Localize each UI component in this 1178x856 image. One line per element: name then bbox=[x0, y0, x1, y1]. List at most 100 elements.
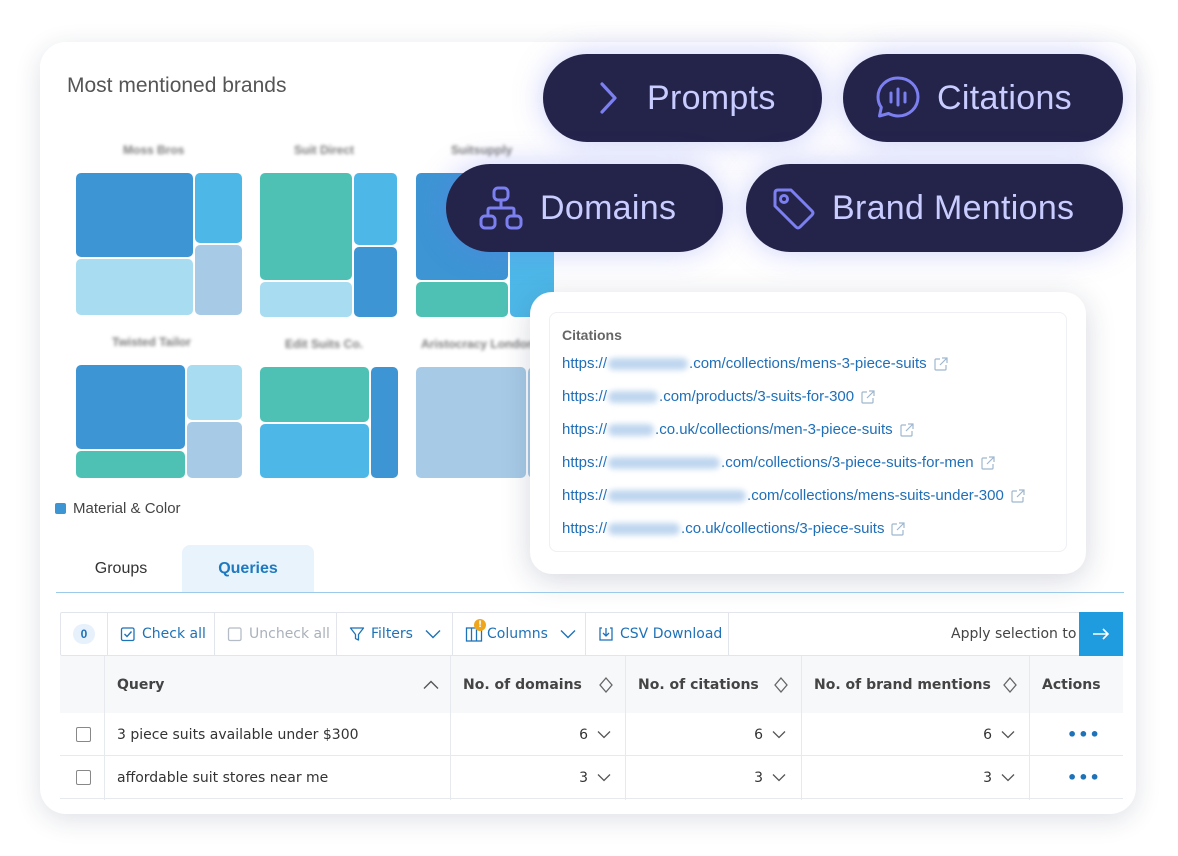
header-label: No. of citations bbox=[638, 676, 759, 693]
citation-link[interactable]: https:// .com/collections/mens-3-piece-s… bbox=[562, 355, 949, 372]
tab-queries[interactable]: Queries bbox=[182, 545, 314, 593]
row-actions-menu[interactable]: ••• bbox=[1067, 713, 1101, 756]
domains-pill[interactable]: Domains bbox=[446, 164, 723, 252]
legend-label: Material & Color bbox=[73, 500, 181, 517]
brand-mentions-cell[interactable]: 6 bbox=[814, 713, 1015, 756]
external-link-icon bbox=[890, 521, 906, 537]
columns-icon: ! bbox=[465, 619, 486, 643]
treemap-cell[interactable] bbox=[76, 365, 185, 449]
row-checkbox[interactable] bbox=[76, 756, 91, 799]
tab-groups[interactable]: Groups bbox=[56, 545, 186, 593]
domains-cell[interactable]: 3 bbox=[463, 756, 611, 799]
treemap-cell[interactable] bbox=[260, 173, 352, 280]
citations-cell[interactable]: 6 bbox=[638, 713, 786, 756]
column-header-actions: Actions bbox=[1042, 676, 1101, 693]
link-suffix: .com/collections/mens-3-piece-suits bbox=[689, 355, 927, 372]
sitemap-icon bbox=[476, 183, 526, 233]
sort-icon bbox=[599, 676, 613, 693]
treemap-legend[interactable]: Material & Color bbox=[55, 500, 181, 517]
column-header-citations[interactable]: No. of citations bbox=[638, 656, 788, 713]
redacted-domain bbox=[608, 390, 659, 403]
link-suffix: .com/collections/3-piece-suits-for-men bbox=[721, 454, 974, 471]
treemap-cell[interactable] bbox=[260, 367, 369, 422]
columns-label: Columns bbox=[487, 626, 548, 642]
screen: Most mentioned brands Moss Bros Suit Dir… bbox=[0, 0, 1178, 856]
column-header-brand-mentions[interactable]: No. of brand mentions bbox=[814, 656, 1017, 713]
redacted-domain bbox=[608, 456, 721, 469]
cell-value: 6 bbox=[579, 726, 588, 743]
redacted-domain bbox=[608, 522, 681, 535]
apply-selection-button[interactable] bbox=[1079, 612, 1123, 656]
citations-cell[interactable]: 3 bbox=[638, 756, 786, 799]
link-suffix: .com/products/3-suits-for-300 bbox=[659, 388, 855, 405]
legend-swatch bbox=[55, 503, 66, 514]
column-header-query[interactable]: Query bbox=[117, 656, 439, 713]
row-actions-menu[interactable]: ••• bbox=[1067, 756, 1101, 799]
treemap-cell[interactable] bbox=[195, 173, 242, 243]
link-suffix: .com/collections/mens-suits-under-300 bbox=[747, 487, 1004, 504]
treemap-cell[interactable] bbox=[260, 282, 352, 317]
citation-link[interactable]: https:// .com/collections/mens-suits-und… bbox=[562, 487, 1026, 504]
treemap-cell[interactable] bbox=[195, 245, 242, 315]
arrow-right-icon bbox=[1092, 627, 1110, 641]
treemap-cell[interactable] bbox=[416, 367, 526, 478]
table-toolbar: 0 Check all Uncheck all Filters ! Column… bbox=[60, 612, 1123, 656]
link-suffix: .co.uk/collections/3-piece-suits bbox=[681, 520, 885, 537]
external-link-icon bbox=[1010, 488, 1026, 504]
prompts-pill[interactable]: Prompts bbox=[543, 54, 822, 142]
pill-label: Brand Mentions bbox=[832, 188, 1075, 227]
citations-pill[interactable]: Citations bbox=[843, 54, 1123, 142]
filter-icon bbox=[349, 626, 365, 642]
sort-icon bbox=[774, 676, 788, 693]
sort-icon bbox=[1003, 676, 1017, 693]
check-all-button[interactable]: Check all bbox=[120, 613, 206, 655]
cell-value: 3 bbox=[579, 769, 588, 786]
uncheck-all-button[interactable]: Uncheck all bbox=[227, 613, 330, 655]
cell-value: 3 bbox=[983, 769, 992, 786]
citation-link[interactable]: https:// .co.uk/collections/men-3-piece-… bbox=[562, 421, 915, 438]
tab-divider bbox=[56, 592, 1124, 593]
checkbox-checked-icon bbox=[120, 626, 136, 642]
treemap-cell[interactable] bbox=[76, 259, 193, 315]
query-cell: affordable suit stores near me bbox=[117, 769, 329, 786]
divider bbox=[728, 613, 729, 655]
row-checkbox[interactable] bbox=[76, 713, 91, 756]
csv-download-button[interactable]: CSV Download bbox=[598, 613, 722, 655]
brand-mentions-cell[interactable]: 3 bbox=[814, 756, 1015, 799]
cell-value: 6 bbox=[754, 726, 763, 743]
redacted-domain bbox=[608, 423, 655, 436]
domains-cell[interactable]: 6 bbox=[463, 713, 611, 756]
header-label: No. of brand mentions bbox=[814, 676, 991, 693]
columns-dropdown[interactable]: ! Columns bbox=[465, 613, 576, 655]
header-label: No. of domains bbox=[463, 676, 582, 693]
treemap-cell[interactable] bbox=[187, 422, 242, 478]
chevron-down-icon bbox=[772, 773, 786, 782]
filters-label: Filters bbox=[371, 626, 413, 642]
treemap-cell[interactable] bbox=[76, 451, 185, 478]
csv-download-label: CSV Download bbox=[620, 626, 723, 642]
header-label: Query bbox=[117, 676, 165, 693]
filters-dropdown[interactable]: Filters bbox=[349, 613, 441, 655]
chevron-down-icon bbox=[1001, 773, 1015, 782]
treemap-cell[interactable] bbox=[354, 173, 397, 245]
brand-mentions-pill[interactable]: Brand Mentions bbox=[746, 164, 1123, 252]
treemap-cell[interactable] bbox=[260, 424, 369, 478]
treemap-cell[interactable] bbox=[76, 173, 193, 257]
citation-link[interactable]: https:// .co.uk/collections/3-piece-suit… bbox=[562, 520, 906, 537]
divider bbox=[214, 613, 215, 655]
treemap-cell[interactable] bbox=[416, 282, 508, 317]
divider bbox=[452, 613, 453, 655]
treemap-cell[interactable] bbox=[187, 365, 242, 420]
column-header-domains[interactable]: No. of domains bbox=[463, 656, 613, 713]
citation-link[interactable]: https:// .com/products/3-suits-for-300 bbox=[562, 388, 876, 405]
brand-label: Suit Direct bbox=[294, 143, 355, 157]
warning-badge-icon: ! bbox=[474, 619, 486, 631]
checkbox-empty-icon bbox=[227, 626, 243, 642]
table-row: affordable suit stores near me 3 3 3 ••• bbox=[60, 756, 1123, 799]
treemap-cell[interactable] bbox=[371, 367, 398, 478]
speech-bubble-icon bbox=[873, 73, 923, 123]
citation-link[interactable]: https:// .com/collections/3-piece-suits-… bbox=[562, 454, 996, 471]
link-suffix: .co.uk/collections/men-3-piece-suits bbox=[655, 421, 893, 438]
uncheck-all-label: Uncheck all bbox=[249, 626, 330, 642]
treemap-cell[interactable] bbox=[354, 247, 397, 317]
